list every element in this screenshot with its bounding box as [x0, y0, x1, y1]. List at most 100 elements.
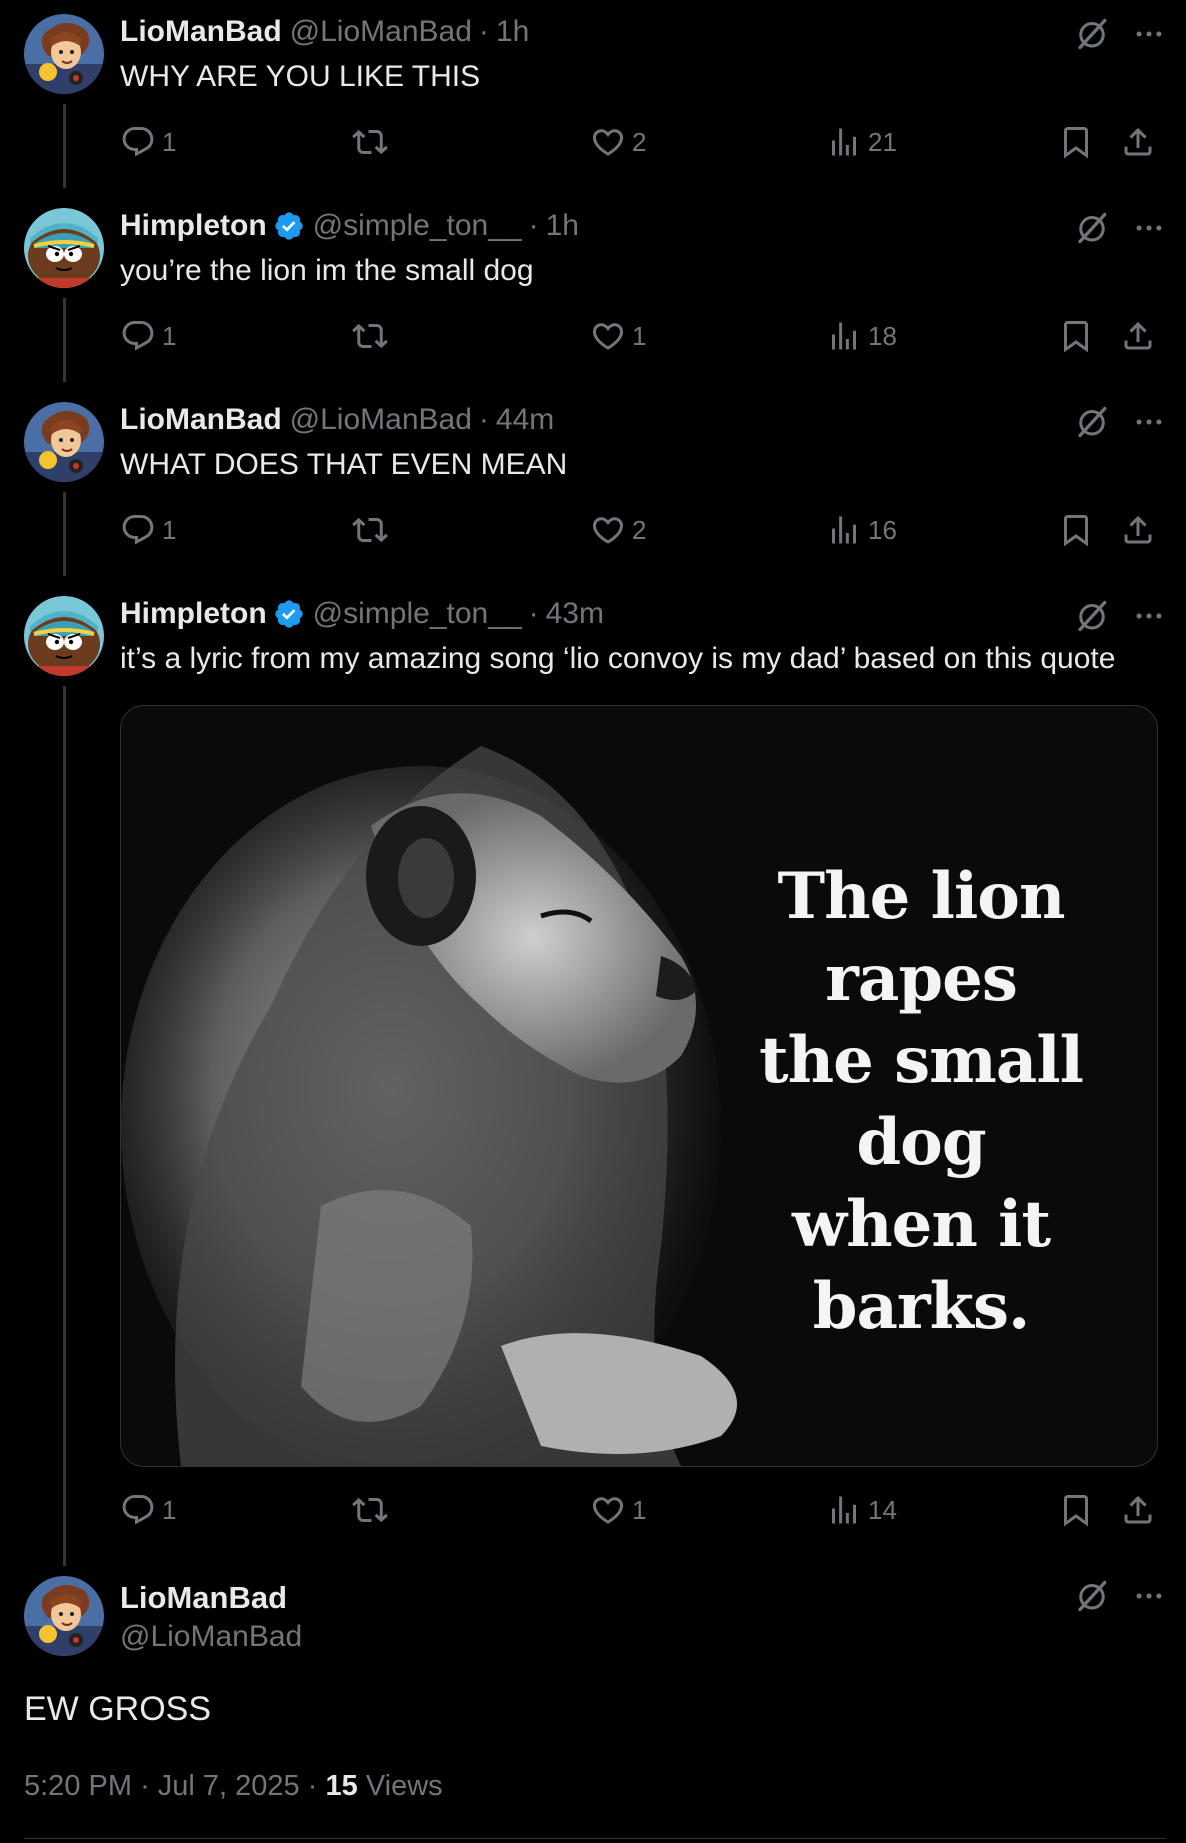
bookmark-button[interactable] [1058, 1492, 1094, 1528]
timestamp[interactable]: 1h [496, 14, 529, 50]
tweet-media-image[interactable]: The lion rapes the small dog when it bar… [120, 705, 1158, 1467]
tweet-header: LioManBad @LioManBad · 44m [120, 402, 554, 438]
reply-button[interactable]: 1 [120, 318, 176, 354]
user-handle[interactable]: @LioManBad [290, 14, 472, 50]
avatar[interactable] [24, 208, 104, 288]
views-button[interactable]: 14 [826, 1492, 897, 1528]
repost-icon [352, 318, 388, 354]
quote-line: The lion rapes [777, 859, 1066, 1016]
main-tweet-avatar[interactable] [24, 1576, 104, 1656]
reply-count: 1 [162, 514, 177, 545]
share-button[interactable] [1120, 512, 1156, 548]
views-button[interactable]: 18 [826, 318, 897, 354]
separator: · [478, 403, 489, 436]
post-time[interactable]: 5:20 PM [24, 1770, 132, 1802]
like-button[interactable]: 2 [590, 124, 646, 160]
bookmark-button[interactable] [1058, 124, 1094, 160]
more-options-icon[interactable] [1132, 599, 1166, 633]
bookmark-icon [1058, 512, 1094, 548]
grok-icon[interactable] [1074, 16, 1110, 52]
like-count: 1 [632, 320, 647, 351]
share-icon [1120, 512, 1156, 548]
views-count: 15 [325, 1770, 358, 1802]
tweet-top-icons [1074, 16, 1166, 52]
like-button[interactable]: 2 [590, 512, 646, 548]
repost-icon [352, 124, 388, 160]
views-count: 14 [868, 1494, 897, 1525]
heart-icon [590, 318, 626, 354]
display-name[interactable]: Himpleton [120, 596, 267, 632]
bookmark-button[interactable] [1058, 318, 1094, 354]
views-count: 21 [868, 126, 897, 157]
grok-icon[interactable] [1074, 598, 1110, 634]
tweet-text: it’s a lyric from my amazing song ‘lio c… [120, 642, 1116, 675]
views-icon [826, 124, 862, 160]
main-tweet-handle[interactable]: @LioManBad [120, 1620, 302, 1654]
verified-badge-icon[interactable] [273, 598, 305, 630]
verified-badge-icon[interactable] [273, 210, 305, 242]
views-button[interactable]: 21 [826, 124, 897, 160]
repost-button[interactable] [352, 318, 388, 354]
separator: · [528, 209, 539, 242]
reply-count: 1 [162, 126, 177, 157]
like-count: 1 [632, 1494, 647, 1525]
image-quote-text: The lion rapes the small dog when it bar… [701, 856, 1141, 1348]
timestamp[interactable]: 43m [546, 596, 604, 632]
reply-button[interactable]: 1 [120, 512, 176, 548]
separator: · [307, 1770, 318, 1802]
reply-count: 1 [162, 320, 177, 351]
reply-tweet[interactable]: LioManBad @LioManBad · 1h WHY ARE YOU LI… [0, 0, 1186, 194]
separator: · [528, 597, 539, 630]
avatar[interactable] [24, 596, 104, 676]
reply-tweet[interactable]: LioManBad @LioManBad · 44m WHAT DOES THA… [0, 388, 1186, 582]
display-name[interactable]: LioManBad [120, 14, 282, 50]
share-button[interactable] [1120, 318, 1156, 354]
more-options-icon[interactable] [1132, 405, 1166, 439]
reply-count: 1 [162, 1494, 177, 1525]
main-tweet-display-name[interactable]: LioManBad [120, 1580, 287, 1616]
user-handle[interactable]: @simple_ton__ [313, 208, 522, 244]
post-date[interactable]: Jul 7, 2025 [158, 1770, 300, 1802]
quote-line: when it barks. [791, 1187, 1051, 1344]
tweet-top-icons [1074, 404, 1166, 440]
reply-tweet[interactable]: Himpleton @simple_ton__ · 1h you’re the … [0, 194, 1186, 388]
separator: · [140, 1770, 150, 1802]
action-bar: 1 1 14 [120, 1492, 1166, 1532]
tweet-text: you’re the lion im the small dog [120, 254, 534, 287]
user-handle[interactable]: @LioManBad [290, 402, 472, 438]
repost-button[interactable] [352, 512, 388, 548]
bookmark-icon [1058, 318, 1094, 354]
reply-button[interactable]: 1 [120, 1492, 176, 1528]
timestamp[interactable]: 44m [496, 402, 554, 438]
user-handle[interactable]: @simple_ton__ [313, 596, 522, 632]
avatar[interactable] [24, 402, 104, 482]
views-icon [826, 318, 862, 354]
reply-button[interactable]: 1 [120, 124, 176, 160]
like-count: 2 [632, 126, 647, 157]
action-bar: 1 2 21 [120, 124, 1166, 164]
views-icon [826, 1492, 862, 1528]
share-icon [1120, 318, 1156, 354]
share-button[interactable] [1120, 124, 1156, 160]
display-name[interactable]: LioManBad [120, 402, 282, 438]
like-button[interactable]: 1 [590, 318, 646, 354]
display-name[interactable]: Himpleton [120, 208, 267, 244]
grok-icon[interactable] [1074, 1578, 1110, 1614]
views-button[interactable]: 16 [826, 512, 897, 548]
avatar[interactable] [24, 14, 104, 94]
views-count: 16 [868, 514, 897, 545]
more-options-icon[interactable] [1132, 1579, 1166, 1613]
main-tweet-top-icons [1074, 1578, 1166, 1614]
more-options-icon[interactable] [1132, 17, 1166, 51]
like-button[interactable]: 1 [590, 1492, 646, 1528]
grok-icon[interactable] [1074, 404, 1110, 440]
bookmark-button[interactable] [1058, 512, 1094, 548]
like-count: 2 [632, 514, 647, 545]
tweet-header: LioManBad @LioManBad · 1h [120, 14, 529, 50]
repost-button[interactable] [352, 124, 388, 160]
more-options-icon[interactable] [1132, 211, 1166, 245]
timestamp[interactable]: 1h [546, 208, 579, 244]
grok-icon[interactable] [1074, 210, 1110, 246]
share-button[interactable] [1120, 1492, 1156, 1528]
repost-button[interactable] [352, 1492, 388, 1528]
